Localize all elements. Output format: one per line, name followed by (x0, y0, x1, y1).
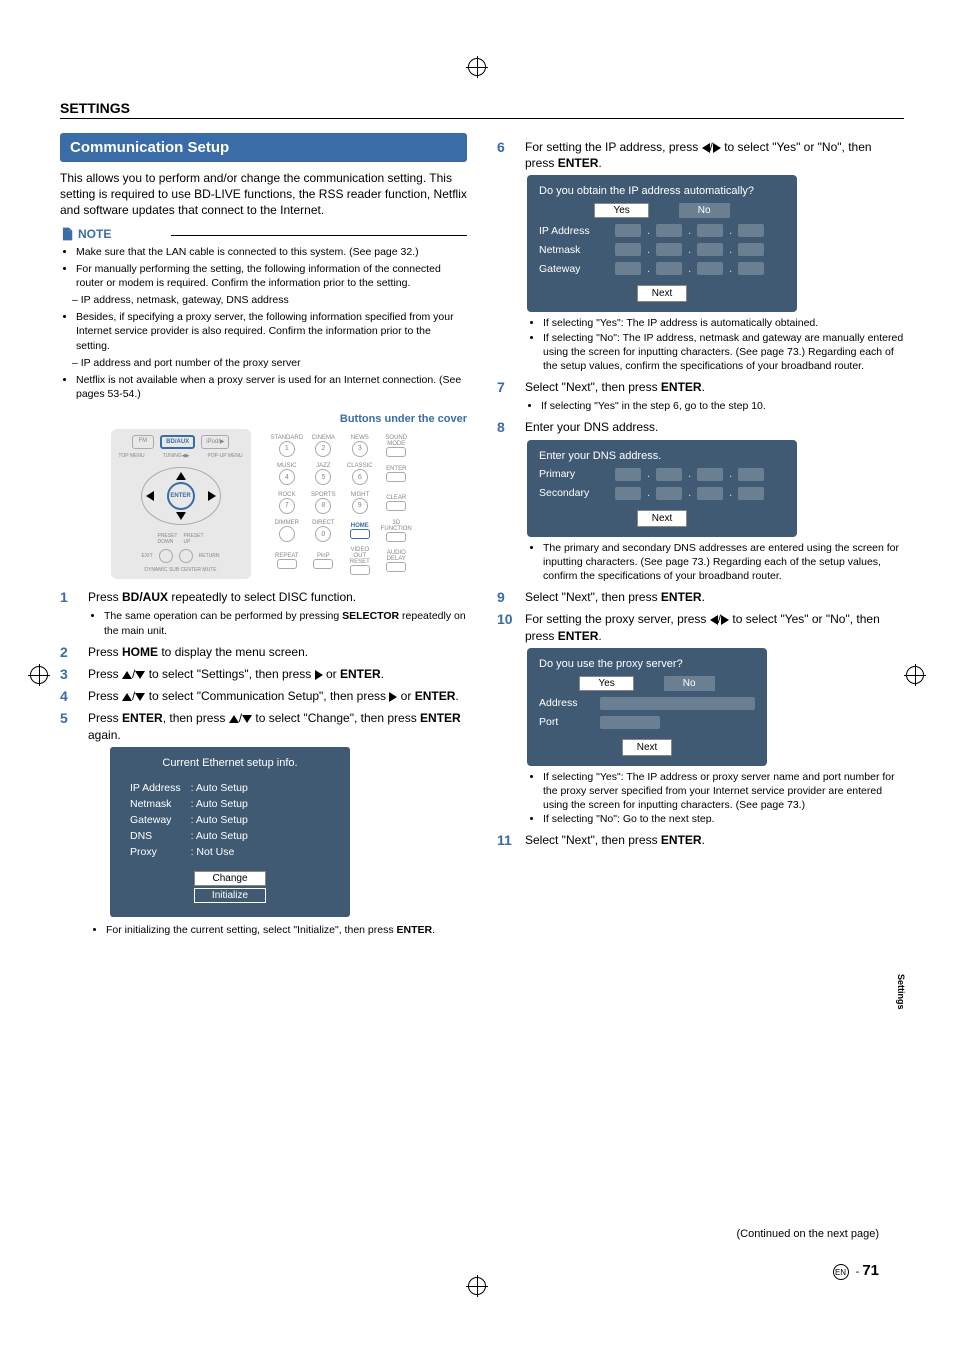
step-number: 8 (497, 419, 515, 435)
osd-question: Do you use the proxy server? (539, 658, 755, 670)
note-list: Make sure that the LAN cable is connecte… (60, 245, 467, 402)
osd-yes: Yes (579, 676, 633, 691)
intro-paragraph: This allows you to perform and/or change… (60, 170, 467, 219)
step-body: Select "Next", then press ENTER. (525, 832, 904, 848)
step-body: Select "Next", then press ENTER. If sele… (525, 379, 904, 413)
step-number: 9 (497, 589, 515, 605)
change-button: Change (194, 871, 266, 886)
step-body: Select "Next", then press ENTER. (525, 589, 904, 605)
registration-mark (468, 58, 486, 76)
osd-question: Do you obtain the IP address automatical… (539, 185, 785, 197)
registration-mark (468, 1277, 486, 1295)
step-number: 3 (60, 666, 78, 682)
note-label: NOTE (60, 227, 111, 241)
step-body: Press HOME to display the menu screen. (88, 644, 467, 660)
page-footer: EN - 71 (833, 1262, 879, 1280)
step-number: 4 (60, 688, 78, 704)
proxy-osd: Do you use the proxy server? Yes No Addr… (527, 648, 767, 766)
ip-auto-osd: Do you obtain the IP address automatical… (527, 175, 797, 312)
note-rule (171, 235, 467, 236)
osd-next: Next (637, 285, 688, 302)
note-icon (60, 227, 74, 241)
osd-title: Current Ethernet setup info. (124, 757, 336, 769)
initialize-button: Initialize (194, 888, 266, 903)
step-number: 2 (60, 644, 78, 660)
continued-note: (Continued on the next page) (737, 1228, 880, 1240)
step-sub-bullet: For initializing the current setting, se… (106, 923, 467, 937)
remote-numpad-illustration: STANDARD1 CINEMA2 NEWS3 SOUND MODE MUSIC… (267, 429, 417, 579)
registration-mark (906, 666, 924, 684)
step-body: Enter your DNS address. (525, 419, 904, 435)
step-number: 1 (60, 589, 78, 638)
osd-no: No (679, 203, 730, 218)
step-sub-bullet: If selecting "Yes": The IP address or pr… (543, 770, 904, 813)
buttons-caption: Buttons under the cover (60, 413, 467, 425)
topic-heading: Communication Setup (60, 133, 467, 162)
step-sub-bullet: If selecting "Yes": The IP address is au… (543, 316, 904, 330)
step-body: Press / to select "Communication Setup",… (88, 688, 467, 704)
osd-next: Next (622, 739, 673, 756)
osd-no: No (664, 676, 715, 691)
step-number: 11 (497, 832, 515, 848)
step-body: Press / to select "Settings", then press… (88, 666, 467, 682)
side-tab: Settings (896, 970, 906, 1014)
step-sub-bullet: If selecting "No": Go to the next step. (543, 812, 904, 826)
remote-illustration: FM BD/AUX iPod/▶ TOP MENU TUNING◀▶ POP-U… (60, 429, 467, 579)
lang-badge: EN (833, 1264, 849, 1280)
remote-dpad-illustration: FM BD/AUX iPod/▶ TOP MENU TUNING◀▶ POP-U… (111, 429, 251, 579)
ethernet-setup-osd: Current Ethernet setup info. IP Address:… (110, 747, 350, 917)
step-number: 7 (497, 379, 515, 413)
step-sub-bullet: The primary and secondary DNS addresses … (543, 541, 904, 584)
step-number: 6 (497, 139, 515, 171)
step-sub-bullet: If selecting "No": The IP address, netma… (543, 331, 904, 374)
section-title: SETTINGS (60, 100, 904, 119)
osd-question: Enter your DNS address. (539, 450, 785, 462)
page-number: 71 (862, 1262, 879, 1279)
registration-mark (30, 666, 48, 684)
step-body: For setting the proxy server, press / to… (525, 611, 904, 643)
step-number: 10 (497, 611, 515, 643)
osd-yes: Yes (594, 203, 648, 218)
step-number: 5 (60, 710, 78, 742)
dns-osd: Enter your DNS address. Primary... Secon… (527, 440, 797, 537)
osd-next: Next (637, 510, 688, 527)
step-body: Press ENTER, then press / to select "Cha… (88, 710, 467, 742)
step-body: For setting the IP address, press / to s… (525, 139, 904, 171)
step-body: Press BD/AUX repeatedly to select DISC f… (88, 589, 467, 638)
